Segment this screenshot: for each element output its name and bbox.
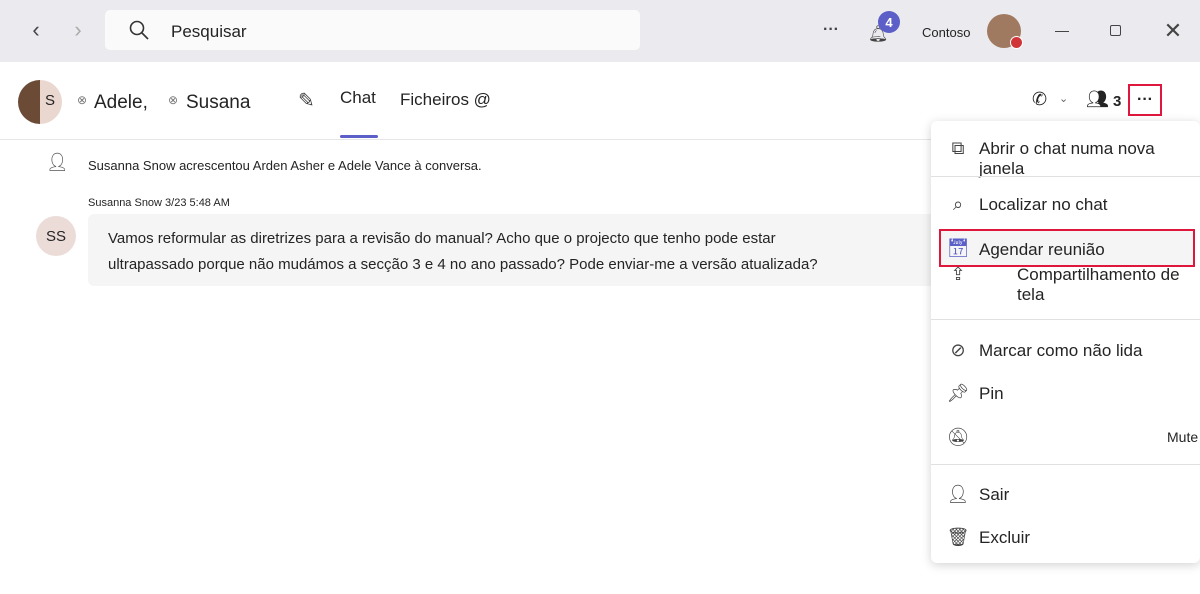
restore-icon[interactable]	[1110, 25, 1121, 36]
participant-name[interactable]: Adele,	[94, 92, 148, 114]
leave-icon: 👤︎	[946, 483, 970, 504]
more-options-menu: ⧉ Abrir o chat numa nova janela ⌕ Localiza…	[931, 121, 1200, 563]
bell-off-icon: 🔕︎	[946, 426, 970, 447]
tab-chat[interactable]: Chat	[340, 88, 376, 108]
pin-icon: 📌︎	[946, 382, 970, 403]
menu-item-find[interactable]: ⌕ Localizar no chat	[931, 185, 1200, 225]
remove-icon[interactable]: ⊗	[168, 93, 178, 107]
people-count: 3	[1113, 93, 1122, 110]
org-name: Contoso	[922, 25, 971, 40]
title-bar: ‹ › Pesquisar ··· 🔔︎ 4 Contoso ✕	[0, 0, 1200, 62]
chevron-down-icon[interactable]: ⌄	[1059, 92, 1068, 105]
system-message: Susanna Snow acrescentou Arden Asher e A…	[88, 158, 482, 173]
menu-item-pin[interactable]: 📌︎ Pin	[931, 374, 1200, 414]
more-options-button[interactable]: ···	[1128, 84, 1162, 116]
more-options-icon[interactable]: ···	[820, 20, 842, 40]
menu-item-open-new-window[interactable]: ⧉ Abrir o chat numa nova janela	[931, 129, 1200, 179]
trash-icon: 🗑︎	[946, 526, 970, 547]
participant-name[interactable]: Susana	[186, 92, 250, 114]
eye-off-icon: ⊘	[950, 339, 966, 360]
search-icon: ⌕	[952, 193, 964, 214]
menu-item-share-screen[interactable]: ⇪ Compartilhamento de tela	[931, 255, 1200, 305]
message-bubble: Vamos reformular as diretrizes para a re…	[88, 214, 948, 286]
edit-icon[interactable]: ✎	[298, 88, 315, 113]
menu-item-delete[interactable]: 🗑︎ Excluir	[931, 518, 1200, 558]
call-icon[interactable]: ✆	[1032, 89, 1047, 110]
search-input[interactable]: Pesquisar	[105, 10, 640, 50]
author-avatar: SS	[36, 216, 76, 256]
search-icon	[129, 20, 149, 40]
person-add-icon: 👤︎	[46, 152, 69, 172]
message-meta: Susanna Snow 3/23 5:48 AM	[88, 197, 230, 209]
menu-item-mute[interactable]: 🔕︎ Mute	[931, 418, 1200, 458]
add-people-icon[interactable]: 👥︎	[1086, 89, 1109, 110]
share-screen-icon: ⇪	[950, 263, 966, 284]
open-window-icon: ⧉	[951, 137, 965, 158]
close-icon[interactable]: ✕	[1162, 18, 1184, 43]
remove-icon[interactable]: ⊗	[77, 93, 87, 107]
back-icon[interactable]: ‹	[26, 17, 46, 42]
active-tab-indicator	[340, 135, 378, 138]
minimize-icon[interactable]	[1055, 31, 1069, 32]
menu-item-leave[interactable]: 👤︎ Sair	[931, 475, 1200, 515]
menu-item-mark-unread[interactable]: ⊘ Marcar como não lida	[931, 331, 1200, 371]
tab-files[interactable]: Ficheiros @	[400, 90, 491, 110]
group-avatar	[18, 80, 62, 124]
notification-badge: 4	[878, 11, 900, 33]
presence-busy-icon	[1010, 36, 1023, 49]
forward-icon[interactable]: ›	[68, 17, 88, 42]
